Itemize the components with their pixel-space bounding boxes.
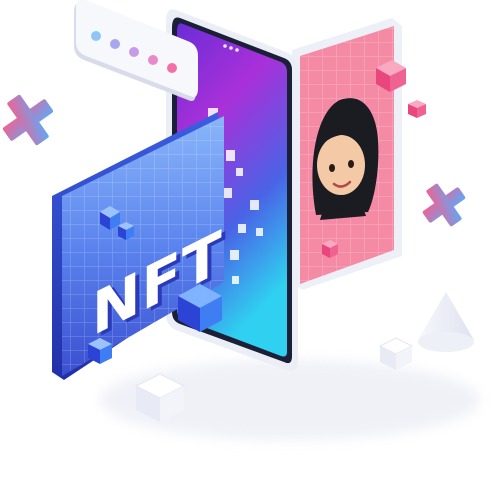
chat-dot bbox=[148, 55, 158, 65]
chat-dot bbox=[167, 63, 177, 73]
chat-dot bbox=[91, 31, 101, 41]
white-cube-small bbox=[378, 337, 414, 370]
cone-shape bbox=[418, 292, 474, 352]
nft-card: NFT NFT bbox=[52, 112, 227, 380]
cross-icon-left bbox=[2, 94, 54, 146]
nft-illustration: NFT NFT bbox=[2, 0, 480, 440]
cross-icon-right bbox=[422, 183, 466, 227]
pink-cube-small bbox=[408, 100, 426, 118]
avatar-card bbox=[292, 18, 426, 290]
chat-dot bbox=[110, 39, 120, 49]
chat-dot bbox=[129, 47, 139, 57]
